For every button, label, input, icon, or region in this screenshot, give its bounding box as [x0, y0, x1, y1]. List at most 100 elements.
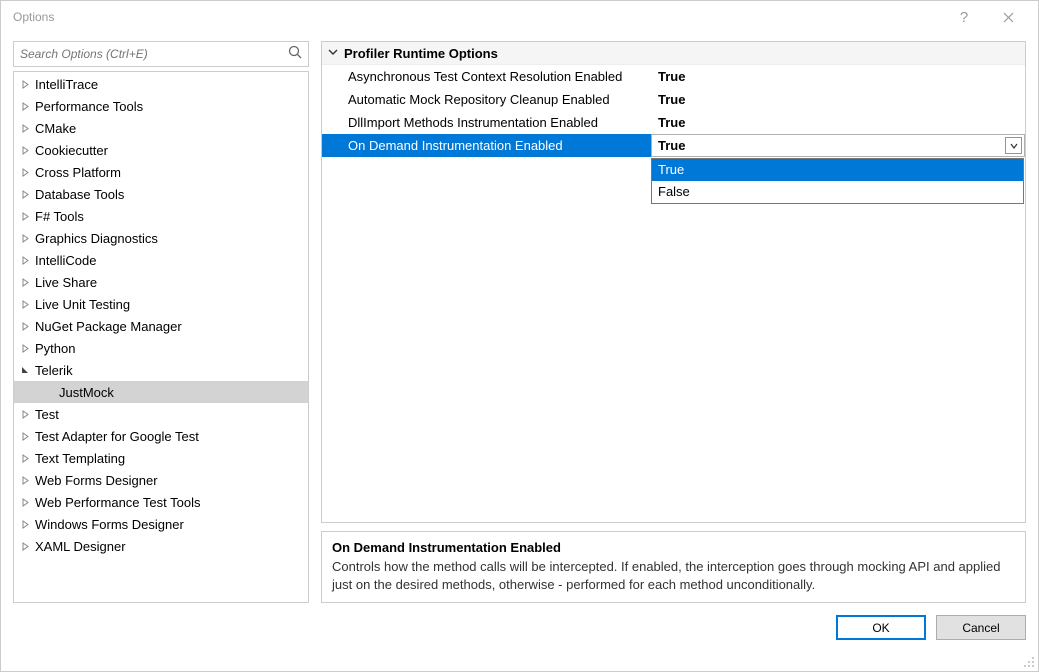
chevron-right-icon	[18, 124, 32, 133]
tree-item-database-tools[interactable]: Database Tools	[14, 183, 308, 205]
tree-item-label: Graphics Diagnostics	[35, 231, 158, 246]
tree-item-web-forms-designer[interactable]: Web Forms Designer	[14, 469, 308, 491]
category-header[interactable]: Profiler Runtime Options	[322, 42, 1025, 65]
description-text: Controls how the method calls will be in…	[332, 558, 1015, 593]
chevron-right-icon	[18, 80, 32, 89]
tree-item-intellitrace[interactable]: IntelliTrace	[14, 73, 308, 95]
tree-item-label: Live Unit Testing	[35, 297, 130, 312]
chevron-right-icon	[18, 168, 32, 177]
tree-item-label: Cookiecutter	[35, 143, 108, 158]
tree-item-windows-forms-designer[interactable]: Windows Forms Designer	[14, 513, 308, 535]
property-row[interactable]: DllImport Methods Instrumentation Enable…	[322, 111, 1025, 134]
tree-item-label: IntelliTrace	[35, 77, 98, 92]
chevron-right-icon	[18, 410, 32, 419]
chevron-right-icon	[18, 498, 32, 507]
property-value[interactable]: True	[651, 134, 1025, 157]
search-input[interactable]	[13, 41, 309, 67]
tree-item-label: Cross Platform	[35, 165, 121, 180]
search-box	[13, 41, 309, 67]
tree-item-cmake[interactable]: CMake	[14, 117, 308, 139]
chevron-right-icon	[18, 256, 32, 265]
tree-item-label: F# Tools	[35, 209, 84, 224]
ok-button[interactable]: OK	[836, 615, 926, 640]
tree-item-test-adapter-for-google-test[interactable]: Test Adapter for Google Test	[14, 425, 308, 447]
cancel-button[interactable]: Cancel	[936, 615, 1026, 640]
window-title: Options	[9, 10, 942, 24]
tree-item-label: Test Adapter for Google Test	[35, 429, 199, 444]
tree-item-label: Windows Forms Designer	[35, 517, 184, 532]
description-title: On Demand Instrumentation Enabled	[332, 540, 1015, 555]
chevron-right-icon	[18, 234, 32, 243]
category-label: Profiler Runtime Options	[344, 46, 498, 61]
chevron-right-icon	[18, 190, 32, 199]
chevron-right-icon	[18, 146, 32, 155]
tree-item-graphics-diagnostics[interactable]: Graphics Diagnostics	[14, 227, 308, 249]
tree-item-label: CMake	[35, 121, 76, 136]
close-button[interactable]	[986, 2, 1030, 32]
tree-item-performance-tools[interactable]: Performance Tools	[14, 95, 308, 117]
tree-item-cross-platform[interactable]: Cross Platform	[14, 161, 308, 183]
tree-item-f-tools[interactable]: F# Tools	[14, 205, 308, 227]
chevron-right-icon	[18, 102, 32, 111]
property-value[interactable]: True	[651, 111, 1025, 134]
tree-item-label: Live Share	[35, 275, 97, 290]
tree-item-live-share[interactable]: Live Share	[14, 271, 308, 293]
chevron-right-icon	[18, 322, 32, 331]
tree-item-justmock[interactable]: JustMock	[14, 381, 308, 403]
tree-item-python[interactable]: Python	[14, 337, 308, 359]
help-button[interactable]: ?	[942, 2, 986, 32]
left-panel: IntelliTrace Performance Tools CMake Cookie…	[13, 41, 309, 603]
tree-item-live-unit-testing[interactable]: Live Unit Testing	[14, 293, 308, 315]
tree-item-label: Web Forms Designer	[35, 473, 158, 488]
tree-item-label: Telerik	[35, 363, 73, 378]
property-name: DllImport Methods Instrumentation Enable…	[322, 111, 651, 134]
chevron-down-icon	[328, 47, 344, 60]
tree-item-label: Text Templating	[35, 451, 125, 466]
dropdown-option[interactable]: True	[652, 159, 1023, 181]
tree-item-intellicode[interactable]: IntelliCode	[14, 249, 308, 271]
right-panel: Profiler Runtime Options Asynchronous Te…	[321, 41, 1026, 603]
titlebar: Options ?	[1, 1, 1038, 33]
tree-item-nuget-package-manager[interactable]: NuGet Package Manager	[14, 315, 308, 337]
search-icon[interactable]	[288, 45, 303, 63]
chevron-right-icon	[18, 300, 32, 309]
tree-item-telerik[interactable]: Telerik	[14, 359, 308, 381]
close-icon	[1003, 12, 1014, 23]
chevron-down-icon	[18, 366, 32, 375]
property-name: On Demand Instrumentation Enabled	[322, 134, 651, 157]
tree-item-label: JustMock	[59, 385, 114, 400]
tree-item-label: Performance Tools	[35, 99, 143, 114]
dropdown-list: TrueFalse	[651, 158, 1024, 204]
property-value[interactable]: True	[651, 65, 1025, 88]
dropdown-option[interactable]: False	[652, 181, 1023, 203]
chevron-right-icon	[18, 542, 32, 551]
tree-item-label: Web Performance Test Tools	[35, 495, 200, 510]
tree-item-cookiecutter[interactable]: Cookiecutter	[14, 139, 308, 161]
tree-item-web-performance-test-tools[interactable]: Web Performance Test Tools	[14, 491, 308, 513]
property-grid: Profiler Runtime Options Asynchronous Te…	[321, 41, 1026, 523]
chevron-right-icon	[18, 212, 32, 221]
dropdown-button[interactable]	[1005, 137, 1022, 154]
tree-scrollarea[interactable]: IntelliTrace Performance Tools CMake Cookie…	[14, 72, 308, 602]
chevron-right-icon	[18, 432, 32, 441]
chevron-right-icon	[18, 454, 32, 463]
tree-item-label: XAML Designer	[35, 539, 126, 554]
tree-item-xaml-designer[interactable]: XAML Designer	[14, 535, 308, 557]
description-panel: On Demand Instrumentation Enabled Contro…	[321, 531, 1026, 603]
chevron-down-icon	[1010, 142, 1018, 150]
property-row[interactable]: Automatic Mock Repository Cleanup Enable…	[322, 88, 1025, 111]
tree-item-label: Test	[35, 407, 59, 422]
chevron-right-icon	[18, 476, 32, 485]
options-tree: IntelliTrace Performance Tools CMake Cookie…	[13, 71, 309, 603]
property-value[interactable]: True	[651, 88, 1025, 111]
tree-item-test[interactable]: Test	[14, 403, 308, 425]
button-bar: OK Cancel	[1, 603, 1038, 652]
tree-item-label: Python	[35, 341, 75, 356]
property-name: Asynchronous Test Context Resolution Ena…	[322, 65, 651, 88]
property-row[interactable]: On Demand Instrumentation EnabledTrue	[322, 134, 1025, 157]
chevron-right-icon	[18, 520, 32, 529]
tree-item-text-templating[interactable]: Text Templating	[14, 447, 308, 469]
property-row[interactable]: Asynchronous Test Context Resolution Ena…	[322, 65, 1025, 88]
chevron-right-icon	[18, 344, 32, 353]
resize-grip[interactable]	[1022, 655, 1036, 669]
